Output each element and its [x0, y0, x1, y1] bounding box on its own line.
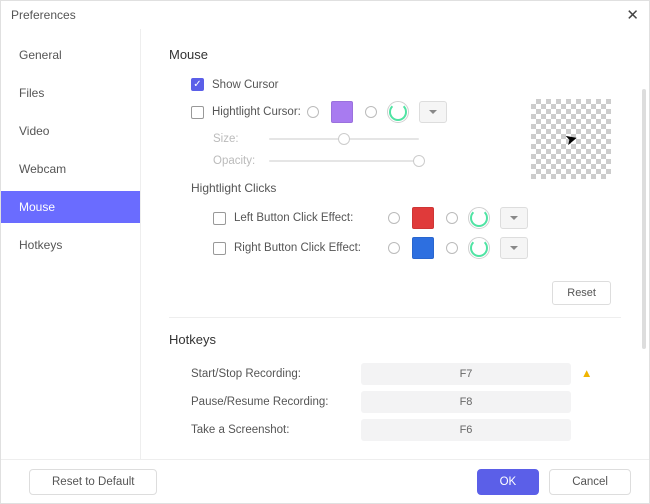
- left-click-checkbox[interactable]: [213, 212, 226, 225]
- sidebar-item-general[interactable]: General: [1, 39, 140, 71]
- ok-button[interactable]: OK: [477, 469, 540, 495]
- reset-to-default-button[interactable]: Reset to Default: [29, 469, 157, 495]
- show-cursor-label: Show Cursor: [212, 79, 278, 91]
- left-click-color-swatch[interactable]: [412, 207, 434, 229]
- highlight-cursor-spinner-radio[interactable]: [365, 106, 377, 118]
- highlight-cursor-spinner-icon[interactable]: [387, 101, 409, 123]
- mouse-heading: Mouse: [169, 47, 621, 62]
- dialog-footer: Reset to Default OK Cancel: [1, 459, 649, 503]
- left-click-spinner-radio[interactable]: [446, 212, 458, 224]
- cursor-icon: ➤: [563, 129, 580, 150]
- show-cursor-checkbox[interactable]: [191, 78, 204, 91]
- opacity-slider[interactable]: [269, 160, 419, 162]
- left-click-spinner-icon[interactable]: [468, 207, 490, 229]
- highlight-cursor-dropdown[interactable]: [419, 101, 447, 123]
- right-click-checkbox[interactable]: [213, 242, 226, 255]
- right-click-color-swatch[interactable]: [412, 237, 434, 259]
- warning-icon: ▲: [581, 368, 592, 380]
- sidebar-item-files[interactable]: Files: [1, 77, 140, 109]
- hotkey-start-stop-field[interactable]: [361, 363, 571, 385]
- highlight-cursor-color-swatch[interactable]: [331, 101, 353, 123]
- cursor-preview: ➤: [531, 99, 611, 179]
- sidebar-item-hotkeys[interactable]: Hotkeys: [1, 229, 140, 261]
- right-click-dropdown[interactable]: [500, 237, 528, 259]
- left-click-dropdown[interactable]: [500, 207, 528, 229]
- dialog-body: General Files Video Webcam Mouse Hotkeys…: [1, 29, 649, 459]
- highlight-cursor-label: Hightlight Cursor:: [212, 106, 301, 118]
- section-divider: [169, 317, 621, 318]
- opacity-label: Opacity:: [213, 155, 263, 167]
- left-click-label: Left Button Click Effect:: [234, 212, 384, 224]
- highlight-cursor-checkbox[interactable]: [191, 106, 204, 119]
- hotkey-pause-resume-field[interactable]: [361, 391, 571, 413]
- hotkey-screenshot-label: Take a Screenshot:: [191, 424, 361, 436]
- sidebar: General Files Video Webcam Mouse Hotkeys: [1, 29, 141, 459]
- highlight-cursor-solid-radio[interactable]: [307, 106, 319, 118]
- close-icon[interactable]: ✕: [626, 6, 639, 24]
- titlebar: Preferences ✕: [1, 1, 649, 29]
- preferences-dialog: Preferences ✕ General Files Video Webcam…: [0, 0, 650, 504]
- hotkey-start-stop-label: Start/Stop Recording:: [191, 368, 361, 380]
- right-click-label: Right Button Click Effect:: [234, 242, 384, 254]
- dialog-title: Preferences: [11, 8, 76, 22]
- hotkeys-heading: Hotkeys: [169, 332, 621, 347]
- sidebar-item-video[interactable]: Video: [1, 115, 140, 147]
- size-label: Size:: [213, 133, 263, 145]
- reset-button[interactable]: Reset: [552, 281, 611, 305]
- hotkey-screenshot-field[interactable]: [361, 419, 571, 441]
- right-click-spinner-radio[interactable]: [446, 242, 458, 254]
- content-panel: Mouse Show Cursor Hightlight Cursor: Siz: [141, 29, 649, 459]
- right-click-solid-radio[interactable]: [388, 242, 400, 254]
- sidebar-item-mouse[interactable]: Mouse: [1, 191, 140, 223]
- highlight-clicks-heading: Hightlight Clicks: [191, 181, 621, 195]
- cancel-button[interactable]: Cancel: [549, 469, 631, 495]
- sidebar-item-webcam[interactable]: Webcam: [1, 153, 140, 185]
- size-slider[interactable]: [269, 138, 419, 140]
- left-click-solid-radio[interactable]: [388, 212, 400, 224]
- scrollbar[interactable]: [642, 89, 646, 349]
- right-click-spinner-icon[interactable]: [468, 237, 490, 259]
- hotkey-pause-resume-label: Pause/Resume Recording:: [191, 396, 361, 408]
